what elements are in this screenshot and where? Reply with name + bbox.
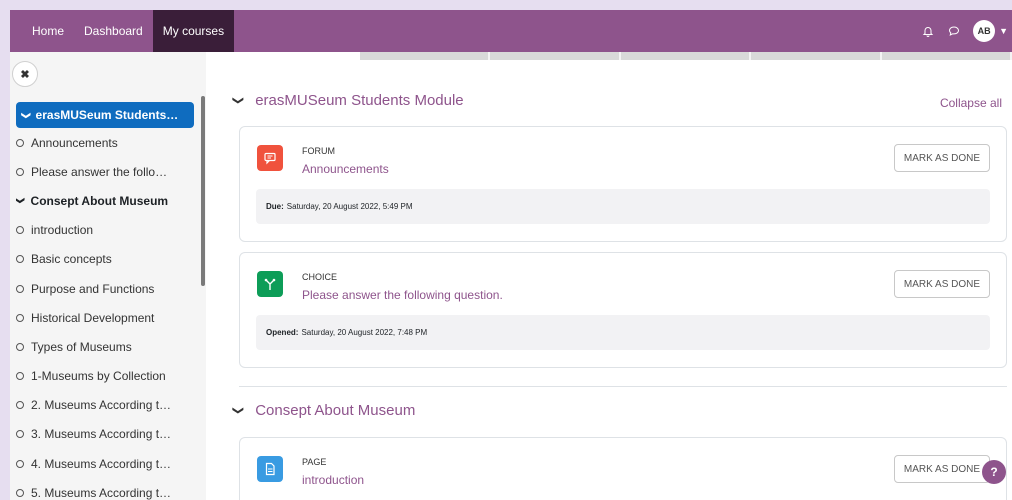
section-header-erasmuseum[interactable]: ❯ erasMUSeum Students Module [232,92,464,109]
circle-icon [16,488,24,497]
chevron-down-icon: ❯ [16,197,26,205]
item-label: Historical Development [31,310,155,325]
course-index-item[interactable]: introduction [16,216,194,245]
mark-as-done-button[interactable]: MARK AS DONE [894,455,990,483]
activity-link[interactable]: Announcements [302,162,389,176]
page-icon [257,456,283,482]
course-index-drawer: ✖ ❯ erasMUSeum Students… Announcements P… [10,52,206,500]
course-main-content: ❯ erasMUSeum Students Module Collapse al… [206,52,1012,500]
section-title: erasMUSeum Students Module [255,92,464,109]
circle-icon [16,167,24,176]
item-label: 5. Museums According t… [31,485,172,500]
course-index-item[interactable]: Purpose and Functions [16,274,194,303]
chevron-down-icon[interactable]: ▼ [999,26,1008,36]
nav-dashboard-link[interactable]: Dashboard [74,10,153,52]
nav-home-link[interactable]: Home [10,10,74,52]
circle-icon [16,401,24,410]
nav-my-courses-link[interactable]: My courses [152,10,235,52]
chevron-down-icon[interactable]: ❯ [232,406,245,415]
section-title: Consept About Museum [255,402,416,419]
section-divider [239,386,1007,387]
circle-icon [16,459,24,468]
user-avatar[interactable]: AB [973,20,996,42]
activity-dates: Due: Saturday, 20 August 2022, 5:49 PM [256,189,990,224]
course-index-item[interactable]: 5. Museums According t… [16,478,194,500]
date-label: Due: [266,202,284,211]
mark-as-done-button[interactable]: MARK AS DONE [894,270,990,298]
activity-type: PAGE [302,457,327,467]
activity-type: FORUM [302,146,335,156]
course-index-item[interactable]: 4. Museums According t… [16,449,194,478]
section-header-consept[interactable]: ❯ Consept About Museum [232,402,416,419]
circle-icon [16,284,24,293]
activity-card-forum: FORUM Announcements MARK AS DONE Due: Sa… [239,126,1007,242]
course-index-item[interactable]: Announcements [16,128,194,157]
course-index-item[interactable]: Types of Museums [16,332,194,361]
activity-card-page: PAGE introduction MARK AS DONE [239,437,1007,500]
collapse-all-link[interactable]: Collapse all [940,96,1002,110]
circle-icon [16,342,24,351]
activity-type: CHOICE [302,272,338,282]
activity-link[interactable]: Please answer the following question. [302,288,503,302]
course-index-section-consept[interactable]: ❯ Consept About Museum [16,186,194,215]
date-label: Opened: [266,328,299,337]
chat-icon[interactable] [947,24,961,38]
course-index-item[interactable]: 3. Museums According t… [16,420,194,449]
date-value: Saturday, 20 August 2022, 7:48 PM [301,328,428,337]
course-index-section-erasmuseum[interactable]: ❯ erasMUSeum Students… [16,102,194,128]
chevron-down-icon[interactable]: ❯ [232,96,245,105]
choice-icon [257,271,283,297]
course-index-item[interactable]: 1-Museums by Collection [16,362,194,391]
course-index-list: ❯ erasMUSeum Students… Announcements Ple… [16,102,194,500]
course-index-item[interactable]: Please answer the follo… [16,157,194,186]
activity-link[interactable]: introduction [302,473,364,487]
bell-icon[interactable] [921,24,935,38]
mark-as-done-button[interactable]: MARK AS DONE [894,144,990,172]
item-label: 4. Museums According t… [31,456,172,471]
chevron-down-icon: ❯ [21,111,32,119]
item-label: 1-Museums by Collection [31,369,166,384]
item-label: Purpose and Functions [31,281,155,296]
item-label: introduction [31,223,94,238]
circle-icon [16,313,24,322]
forum-icon [257,145,283,171]
nav-user-area: AB ▼ [921,20,1012,42]
help-button[interactable]: ? [982,460,1006,484]
circle-icon [16,255,24,264]
item-label: Announcements [31,135,118,150]
circle-icon [16,138,24,147]
item-label: Types of Museums [31,339,132,354]
top-navbar: Home Dashboard My courses AB ▼ [10,10,1012,52]
course-index-item[interactable]: 2. Museums According t… [16,391,194,420]
circle-icon [16,226,24,235]
item-label: 3. Museums According t… [31,427,172,442]
secondary-nav-strip [360,52,1012,60]
section-label: erasMUSeum Students… [35,108,179,122]
course-index-item[interactable]: Basic concepts [16,245,194,274]
activity-dates: Opened: Saturday, 20 August 2022, 7:48 P… [256,315,990,350]
item-label: Basic concepts [31,252,112,267]
item-label: Please answer the follo… [31,164,168,179]
date-value: Saturday, 20 August 2022, 5:49 PM [286,202,413,211]
activity-card-choice: CHOICE Please answer the following quest… [239,252,1007,368]
circle-icon [16,372,24,381]
close-icon[interactable]: ✖ [12,61,38,87]
circle-icon [16,430,24,439]
drawer-scrollbar[interactable] [201,96,205,286]
section-label: Consept About Museum [30,193,169,208]
course-index-item[interactable]: Historical Development [16,303,194,332]
item-label: 2. Museums According t… [31,398,172,413]
